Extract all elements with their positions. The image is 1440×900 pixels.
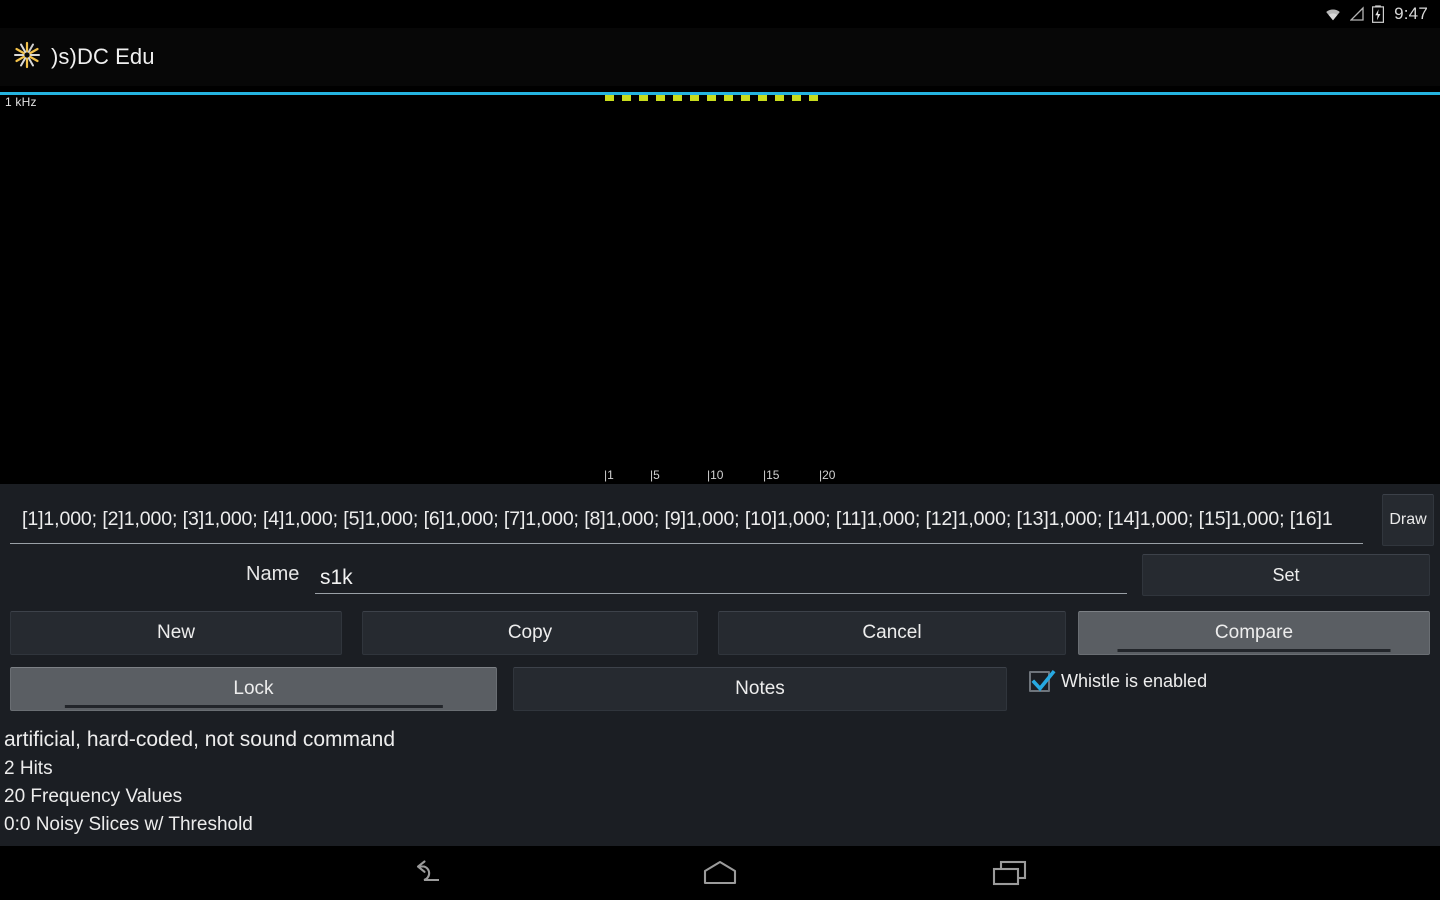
tone-segment-marks (605, 95, 823, 101)
set-button-label: Set (1272, 564, 1300, 585)
recent-apps-icon (992, 860, 1027, 886)
status-bar: 9:47 (0, 0, 1440, 28)
app-title: )s)DC Edu (51, 44, 155, 69)
name-label: Name (246, 563, 300, 585)
ruler-tick: |15 (763, 468, 780, 482)
formula-input[interactable]: [1]1,000; [2]1,000; [3]1,000; [4]1,000; … (10, 496, 1363, 544)
compare-button-underline (1117, 649, 1391, 652)
copy-button[interactable]: Copy (362, 611, 698, 655)
status-hits: 2 Hits (4, 758, 53, 779)
ruler-tick: |1 (604, 468, 614, 482)
frequency-label: 1 kHz (5, 95, 37, 109)
lock-button-underline (64, 705, 443, 708)
android-screen: 9:47)s)DC Edu 1 kHz |1 |5 |10 |15 |20 [… (0, 0, 1440, 900)
new-button-label: New (156, 622, 195, 643)
name-input-value: s1k (320, 566, 353, 589)
draw-button[interactable]: Draw (1382, 494, 1434, 546)
nav-home-button[interactable] (648, 846, 793, 900)
compare-button[interactable]: Compare (1078, 611, 1430, 655)
ruler-tick: |20 (819, 468, 836, 482)
checkbox-box-icon (1029, 669, 1056, 692)
whistle-enabled-label: Whistle is enabled (1061, 671, 1208, 691)
formula-row: [1]1,000; [2]1,000; [3]1,000; [4]1,000; … (0, 492, 1440, 548)
cancel-button-label: Cancel (862, 622, 922, 643)
home-icon (703, 860, 737, 885)
back-arrow-icon (416, 860, 439, 882)
starburst-logo-icon (12, 40, 42, 75)
notes-button-label: Notes (735, 678, 785, 699)
whistle-enabled-checkbox[interactable]: Whistle is enabled (1029, 669, 1208, 692)
controls-panel: [1]1,000; [2]1,000; [3]1,000; [4]1,000; … (0, 484, 1440, 846)
compare-button-label: Compare (1214, 622, 1294, 643)
nav-back-button[interactable] (358, 846, 503, 900)
set-button[interactable]: Set (1142, 554, 1430, 596)
spectrogram-canvas[interactable]: 1 kHz (0, 86, 1440, 484)
name-row: Name s1k Set (0, 550, 1440, 602)
nav-recents-button[interactable] (938, 846, 1083, 900)
time-ruler: |1 |5 |10 |15 |20 (0, 468, 1440, 484)
ruler-tick: |5 (650, 468, 660, 482)
draw-button-label: Draw (1389, 511, 1427, 528)
ruler-tick: |10 (707, 468, 724, 482)
copy-button-label: Copy (507, 622, 553, 643)
cell-signal-icon (1350, 6, 1365, 22)
status-frequency-values: 20 Frequency Values (4, 786, 183, 807)
name-input[interactable]: s1k (315, 554, 1127, 594)
lock-button-label: Lock (233, 678, 274, 699)
app-bar: )s)DC Edu (0, 28, 1440, 86)
status-text-block: artificial, hard-coded, not sound comman… (0, 725, 1440, 839)
android-nav-bar (0, 846, 1440, 900)
formula-input-value: [1]1,000; [2]1,000; [3]1,000; [4]1,000; … (22, 508, 1333, 530)
status-noisy-slices: 0:0 Noisy Slices w/ Threshold (4, 814, 253, 835)
new-button[interactable]: New (10, 611, 342, 655)
status-bar-clock: 9:47 (1394, 4, 1428, 23)
status-headline: artificial, hard-coded, not sound comman… (4, 728, 396, 751)
lock-button[interactable]: Lock (10, 667, 497, 711)
primary-action-row: New Copy Cancel Compare (0, 611, 1440, 655)
wifi-icon (1323, 6, 1343, 22)
cancel-button[interactable]: Cancel (718, 611, 1066, 655)
battery-charging-icon (1372, 5, 1385, 23)
checkmark-icon (1031, 669, 1056, 692)
secondary-action-row: Lock Notes Whistle is enabled (0, 667, 1440, 711)
notes-button[interactable]: Notes (513, 667, 1007, 711)
